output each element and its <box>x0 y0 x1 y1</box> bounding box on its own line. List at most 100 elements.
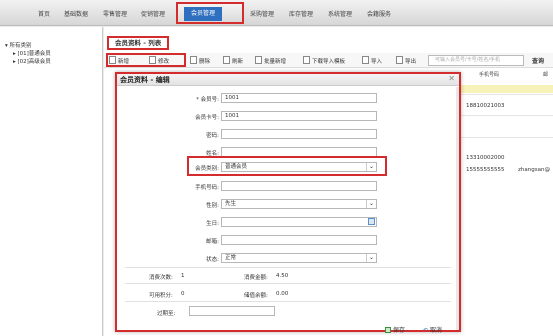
password-label: 密码: <box>206 133 219 139</box>
birthday-field[interactable] <box>221 217 377 227</box>
category-label: 会员类别: <box>195 166 219 172</box>
gender-value: 先生 <box>225 201 237 207</box>
page-title: 会员资料 - 列表 <box>107 36 170 50</box>
tree-item-regular[interactable]: ▸ [01]普通会员 <box>13 49 51 57</box>
points-label: 可用积分: <box>149 293 173 299</box>
email-field[interactable] <box>221 235 377 245</box>
consume-amount-label: 消费金额: <box>244 275 268 281</box>
new-button[interactable]: 新增 <box>109 56 129 66</box>
selected-row[interactable] <box>450 85 553 93</box>
nav-item-home[interactable]: 首页 <box>38 9 50 18</box>
birthday-label: 生日: <box>206 221 219 227</box>
divider <box>125 267 451 268</box>
delete-icon <box>190 56 197 64</box>
category-value: 普通会员 <box>225 164 248 170</box>
cancel-label: 取消 <box>430 327 443 334</box>
status-label: 状态: <box>206 257 219 263</box>
top-nav: 首页 基础数据 零售管理 促销管理 会员管理 采购管理 库存管理 系统管理 会籍… <box>0 0 553 26</box>
nav-item-member-label: 会员管理 <box>184 7 222 21</box>
expire-label: 过期至: <box>157 311 176 317</box>
table-cell: zhangsan@ <box>518 167 550 173</box>
chevron-down-icon[interactable]: ⌄ <box>366 200 376 208</box>
member-no-field[interactable]: 1001 <box>221 93 377 103</box>
phone-field[interactable] <box>221 181 377 191</box>
consume-count-label: 消费次数: <box>149 275 173 281</box>
batch-new-button[interactable]: 批量新增 <box>255 56 286 66</box>
card-no-label: 会员卡号: <box>195 115 219 121</box>
password-field[interactable] <box>221 129 377 139</box>
member-edit-dialog: 会员资料 - 编辑 ✕ * 会员号: 1001 会员卡号: 1001 密码: 姓… <box>115 72 461 334</box>
new-label: 新增 <box>118 59 130 65</box>
gender-label: 性别: <box>206 203 219 209</box>
consume-amount-value: 4.50 <box>276 273 289 279</box>
scrollbar[interactable] <box>456 87 459 330</box>
balance-value: 0.00 <box>276 291 289 297</box>
table-cell: 13310002000 <box>466 155 505 161</box>
table-cell: 18810021003 <box>466 103 505 109</box>
new-icon <box>109 56 116 64</box>
nav-item-membership-service[interactable]: 会籍服务 <box>367 9 391 18</box>
export-button[interactable]: 导出 <box>396 56 416 66</box>
edit-icon <box>149 56 156 64</box>
refresh-button[interactable]: 刷新 <box>223 56 243 66</box>
chevron-down-icon[interactable]: ⌄ <box>366 254 376 262</box>
tree-root[interactable]: ▾ 所有类别 <box>5 41 32 49</box>
nav-item-base-data[interactable]: 基础数据 <box>64 9 88 18</box>
points-value: 0 <box>181 291 185 297</box>
nav-item-purchase[interactable]: 采购管理 <box>250 9 274 18</box>
save-button[interactable]: 保存 <box>385 325 405 334</box>
phone-label: 手机号码: <box>195 185 219 191</box>
refresh-label: 刷新 <box>232 59 244 65</box>
edit-label: 修改 <box>158 59 170 65</box>
nav-item-inventory[interactable]: 库存管理 <box>289 9 313 18</box>
import-label: 导入 <box>371 59 383 65</box>
divider <box>125 283 451 284</box>
toolbar: 新增 修改 删除 刷新 批量新增 下载导入模板 导入 导出 可输入会员号/卡号/… <box>104 53 553 68</box>
save-icon <box>385 327 391 333</box>
query-button[interactable]: 查询 <box>532 56 544 65</box>
batch-new-icon <box>255 56 262 64</box>
nav-item-promotion[interactable]: 促销管理 <box>141 9 165 18</box>
refresh-icon <box>223 56 230 64</box>
email-label: 邮箱: <box>206 239 219 245</box>
cancel-button[interactable]: ↶ 取消 <box>423 325 442 334</box>
grid-line <box>450 115 553 116</box>
download-template-button[interactable]: 下载导入模板 <box>303 56 345 66</box>
cancel-icon: ↶ <box>423 327 429 334</box>
export-label: 导出 <box>405 59 417 65</box>
member-no-label: * 会员号: <box>196 97 219 103</box>
close-icon[interactable]: ✕ <box>448 74 455 83</box>
save-label: 保存 <box>393 327 406 334</box>
status-select[interactable]: 正常 ⌄ <box>221 253 377 263</box>
delete-label: 删除 <box>199 59 211 65</box>
search-input[interactable]: 可输入会员号/卡号/姓名/手机 <box>428 55 524 66</box>
download-icon <box>303 56 310 64</box>
export-icon <box>396 56 403 64</box>
nav-item-member[interactable]: 会员管理 <box>176 2 244 24</box>
column-header-phone[interactable]: 手机号码 <box>479 71 499 81</box>
expire-field[interactable] <box>189 306 275 316</box>
edit-button[interactable]: 修改 <box>149 56 169 66</box>
status-value: 正常 <box>225 255 237 261</box>
gender-select[interactable]: 先生 ⌄ <box>221 199 377 209</box>
table-cell: 15555555555 <box>466 167 505 173</box>
nav-item-system[interactable]: 系统管理 <box>328 9 352 18</box>
category-tree: ▾ 所有类别 ▸ [01]普通会员 ▸ [02]高级会员 <box>0 27 103 336</box>
chevron-down-icon[interactable]: ⌄ <box>366 163 376 171</box>
import-icon <box>362 56 369 64</box>
category-select[interactable]: 普通会员 ⌄ <box>221 162 377 172</box>
card-no-field[interactable]: 1001 <box>221 111 377 121</box>
divider <box>125 301 451 302</box>
grid-line <box>450 94 553 95</box>
consume-count-value: 1 <box>181 273 185 279</box>
import-button[interactable]: 导入 <box>362 56 382 66</box>
download-template-label: 下载导入模板 <box>312 59 346 65</box>
dialog-header: 会员资料 - 编辑 ✕ <box>117 74 459 86</box>
calendar-icon[interactable] <box>368 218 375 225</box>
column-header-email[interactable]: 邮 <box>543 71 548 81</box>
nav-item-retail[interactable]: 零售管理 <box>103 9 127 18</box>
tree-item-premium[interactable]: ▸ [02]高级会员 <box>13 57 51 65</box>
grid-line <box>450 137 553 138</box>
delete-button[interactable]: 删除 <box>190 56 210 66</box>
dialog-title: 会员资料 - 编辑 <box>120 76 170 84</box>
